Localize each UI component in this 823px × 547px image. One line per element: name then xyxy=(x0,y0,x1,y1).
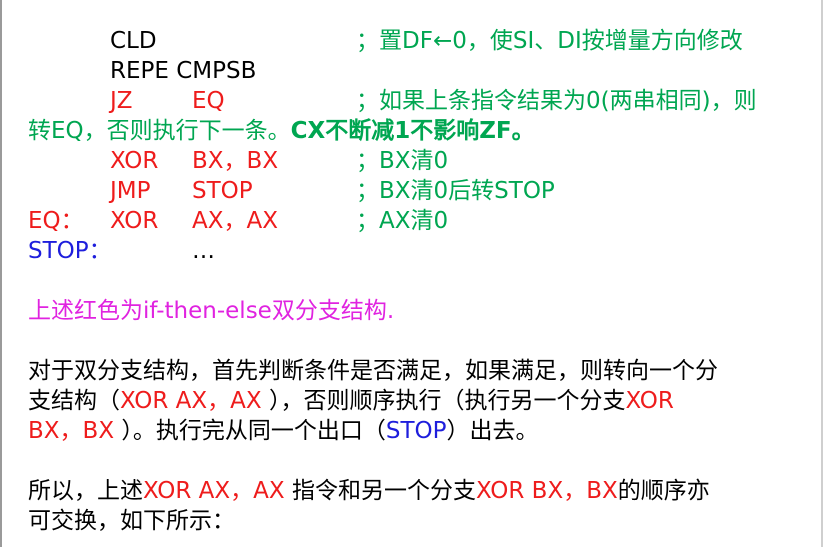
code-line-cld: CLD xyxy=(110,26,157,56)
code-ref: XOR BX，BX xyxy=(475,478,618,504)
text-segment: 的顺序亦 xyxy=(617,478,710,504)
left-border xyxy=(0,0,2,547)
code-comment: ；AX清0 xyxy=(356,208,449,234)
comment-text: 转EQ，否则执行下一条。 xyxy=(28,118,291,144)
code-arg: EQ xyxy=(192,88,225,114)
code-arg: AX，AX xyxy=(192,208,278,234)
code-comment: ；如果上条指令结果为0(两串相同)，则 xyxy=(356,88,757,114)
code-ref: XOR AX，AX xyxy=(143,478,292,504)
code-comment: ；BX清0 xyxy=(356,148,449,174)
code-instr: CLD xyxy=(110,28,157,54)
text-segment: ），否则顺序执行（执行另一个分支 xyxy=(268,388,626,414)
structure-note: 上述红色为if-then-else双分支结构. xyxy=(28,298,395,324)
paragraph-line: 对于双分支结构，首先判断条件是否满足，如果满足，则转向一个分 xyxy=(28,358,718,384)
paragraph-line: 支结构（XOR AX，AX ），否则顺序执行（执行另一个分支XOR xyxy=(28,386,674,416)
text-segment: 支结构（ xyxy=(28,388,120,414)
text-segment: 指令和另一个分支 xyxy=(291,478,476,504)
code-ref: STOP xyxy=(385,418,447,444)
text-segment: ）。执行完从同一个出口（ xyxy=(121,418,386,444)
code-comment-continued: 转EQ，否则执行下一条。CX不断减1不影响ZF。 xyxy=(28,116,535,146)
paragraph-line: 所以，上述XOR AX，AX 指令和另一个分支XOR BX，BX的顺序亦 xyxy=(28,476,710,506)
text-segment: 所以，上述 xyxy=(28,478,143,504)
code-arg: STOP xyxy=(192,178,253,204)
code-comment: ；置DF←0，使SI、DI按增量方向修改 xyxy=(356,28,743,54)
code-label: EQ： xyxy=(28,208,84,234)
code-ref: XOR AX，AX xyxy=(120,388,269,414)
code-op: XOR xyxy=(110,208,159,234)
text-segment: ）出去。 xyxy=(446,418,539,444)
code-op: JZ xyxy=(110,88,133,114)
code-ref: BX，BX xyxy=(28,418,122,444)
comment-bold-text: CX不断减1不影响ZF。 xyxy=(290,118,535,144)
code-op: XOR xyxy=(110,148,159,174)
paragraph-line: 可交换，如下所示： xyxy=(28,508,235,534)
code-ref: XOR xyxy=(625,388,674,414)
paragraph-line: BX，BX ）。执行完从同一个出口（STOP）出去。 xyxy=(28,416,539,446)
code-op: JMP xyxy=(110,178,151,204)
code-ellipsis: … xyxy=(192,238,215,264)
code-arg: BX，BX xyxy=(192,148,279,174)
code-label: STOP： xyxy=(28,238,112,264)
code-comment: ；BX清0后转STOP xyxy=(356,178,555,204)
code-line-repe: REPE CMPSB xyxy=(110,58,257,84)
